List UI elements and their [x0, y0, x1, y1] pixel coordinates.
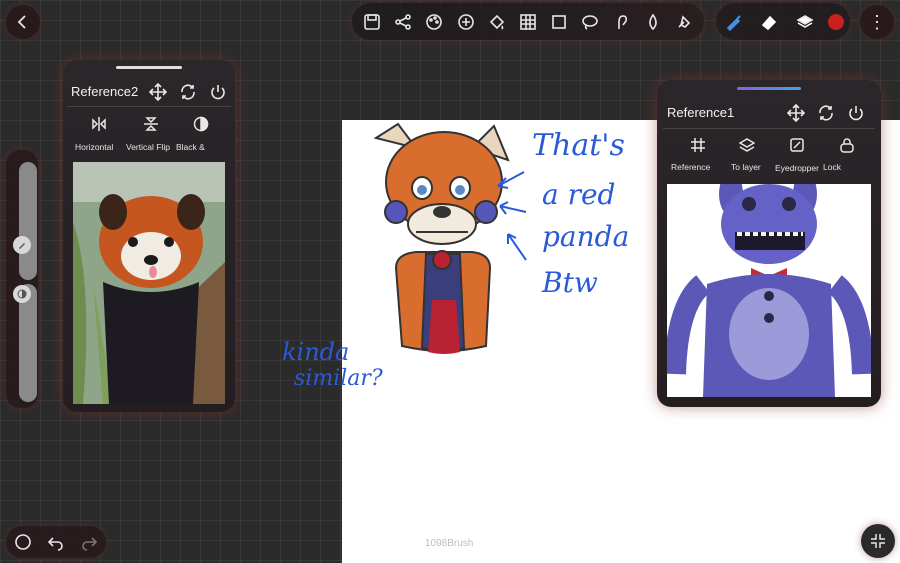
power-icon[interactable] [847, 104, 865, 127]
move-icon[interactable] [786, 103, 806, 127]
opacity-icon [17, 289, 27, 299]
brush-slider-panel [6, 150, 38, 408]
add-icon[interactable] [454, 10, 478, 34]
flip-vertical-icon[interactable] [143, 116, 159, 137]
flip-horizontal-icon[interactable] [91, 116, 107, 137]
share-icon[interactable] [391, 10, 415, 34]
brush-name-label: 1098Brush [425, 538, 474, 549]
lock-label[interactable]: Lock [823, 162, 841, 172]
to-layer-label[interactable]: To layer [731, 162, 761, 172]
reference1-panel: Reference1 Reference To layer Eyedropper… [657, 80, 881, 407]
reference1-image[interactable] [667, 184, 871, 397]
annotation-line-1: That's [532, 128, 625, 163]
rotate-icon[interactable] [179, 83, 197, 106]
main-toolbar [352, 3, 704, 40]
annotation-line-2: a red [542, 178, 616, 211]
flip-vertical-label[interactable]: Vertical Flip [126, 142, 170, 152]
power-icon[interactable] [209, 83, 227, 106]
grid-icon[interactable] [516, 10, 540, 34]
eraser-icon[interactable] [757, 10, 781, 34]
reference1-title: Reference1 [667, 105, 735, 120]
smudge-icon[interactable] [610, 10, 634, 34]
drag-handle[interactable] [116, 66, 182, 69]
chevron-left-icon [17, 15, 26, 29]
reference-grid-icon[interactable] [690, 137, 706, 158]
annotation-arrows [497, 171, 527, 261]
blur-icon[interactable] [641, 10, 665, 34]
annotation-left-line-1: kinda [282, 338, 350, 366]
divider [663, 128, 875, 129]
reference2-title: Reference2 [71, 84, 139, 99]
liquify-icon[interactable] [672, 10, 696, 34]
history-controls [6, 526, 106, 558]
reference2-panel: Reference2 Horizontal Vertical Flip Blac… [63, 60, 235, 412]
reference-label[interactable]: Reference [671, 162, 710, 172]
more-vertical-icon: ⋮ [868, 12, 886, 32]
brush-size-handle[interactable] [13, 236, 31, 254]
redo-icon[interactable] [80, 533, 98, 551]
eyedropper-label[interactable]: Eyedropper [775, 163, 819, 173]
tool-switcher [716, 3, 850, 40]
crop-icon[interactable] [547, 10, 571, 34]
palette-icon[interactable] [422, 10, 446, 34]
brush-icon[interactable] [722, 10, 746, 34]
layers-icon[interactable] [793, 10, 817, 34]
undo-icon[interactable] [47, 533, 65, 551]
fill-icon[interactable] [485, 10, 509, 34]
annotation-left-line-2: similar? [294, 366, 383, 391]
current-color-swatch[interactable] [828, 13, 845, 30]
drag-handle[interactable] [737, 87, 801, 90]
pencil-icon [19, 243, 25, 249]
black-white-icon[interactable] [193, 116, 209, 137]
annotation-line-4: Btw [542, 266, 598, 299]
rotate-icon[interactable] [817, 104, 835, 127]
reference2-image[interactable] [73, 162, 225, 404]
divider [67, 106, 231, 107]
black-white-label[interactable]: Black & [176, 142, 205, 152]
flip-horizontal-label[interactable]: Horizontal [75, 142, 113, 152]
fit-screen-button[interactable] [861, 524, 895, 558]
lasso-icon[interactable] [578, 10, 602, 34]
lock-icon[interactable] [839, 137, 855, 158]
circle-icon[interactable] [14, 533, 32, 551]
more-options-button[interactable]: ⋮ [860, 5, 894, 39]
to-layer-icon[interactable] [738, 137, 756, 158]
annotation-line-3: panda [542, 220, 630, 253]
collapse-icon [871, 534, 885, 548]
brush-size-slider[interactable] [19, 162, 37, 280]
opacity-handle[interactable] [13, 285, 31, 303]
eyedropper-icon[interactable] [789, 137, 805, 158]
back-button[interactable] [6, 5, 40, 39]
move-icon[interactable] [148, 82, 168, 106]
save-icon[interactable] [360, 10, 384, 34]
